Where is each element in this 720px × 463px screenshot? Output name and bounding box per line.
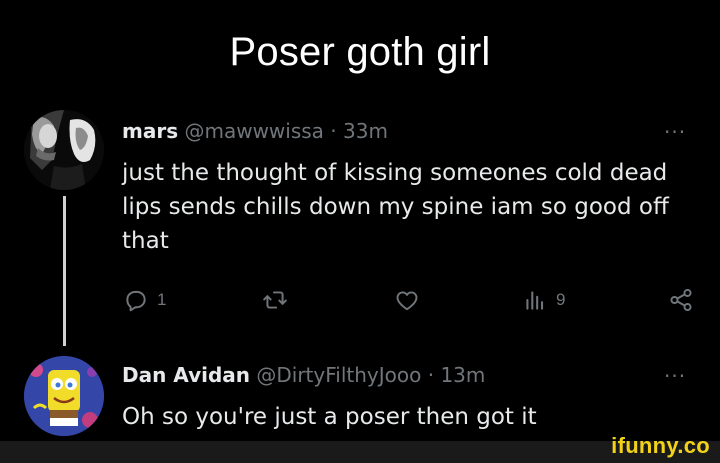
tweet-2-header: Dan Avidan @DirtyFilthyJooo · 13m bbox=[122, 363, 485, 387]
more-icon[interactable]: ··· bbox=[664, 366, 686, 386]
heart-icon bbox=[396, 291, 418, 311]
share-icon bbox=[670, 288, 692, 312]
views-icon bbox=[526, 291, 544, 310]
share-button[interactable] bbox=[668, 287, 694, 313]
separator-dot: · bbox=[330, 119, 337, 143]
views-button[interactable]: 9 bbox=[522, 287, 565, 313]
display-name[interactable]: Dan Avidan bbox=[122, 363, 250, 387]
retweet-button[interactable] bbox=[262, 287, 296, 313]
meme-title: Poser goth girl bbox=[229, 30, 491, 74]
reply-count: 1 bbox=[157, 290, 167, 309]
reply-button[interactable]: 1 bbox=[123, 287, 166, 313]
timestamp[interactable]: 13m bbox=[440, 363, 485, 387]
tweet-2-text: Oh so you're just a poser then got it bbox=[122, 404, 537, 430]
like-button[interactable] bbox=[394, 287, 428, 313]
avatar-image bbox=[24, 110, 104, 190]
display-name[interactable]: mars bbox=[122, 119, 178, 143]
retweet-icon bbox=[263, 291, 287, 309]
view-count: 9 bbox=[556, 290, 566, 309]
ifunny-watermark[interactable]: ifunny.co bbox=[611, 433, 710, 459]
reply-icon bbox=[126, 290, 146, 312]
user-handle[interactable]: @mawwwissa bbox=[184, 119, 323, 143]
avatar-image bbox=[24, 356, 104, 436]
thread-connector bbox=[63, 196, 66, 346]
more-icon[interactable]: ··· bbox=[664, 122, 686, 142]
separator-dot: · bbox=[427, 363, 435, 387]
tweet-1-header: mars @mawwwissa · 33m bbox=[122, 119, 388, 143]
avatar-dan-avidan[interactable] bbox=[24, 356, 104, 436]
user-handle[interactable]: @DirtyFilthyJooo bbox=[256, 363, 421, 387]
avatar-mars[interactable] bbox=[24, 110, 104, 190]
timestamp[interactable]: 33m bbox=[343, 119, 388, 143]
tweet-1-text: just the thought of kissing someones col… bbox=[122, 160, 669, 254]
